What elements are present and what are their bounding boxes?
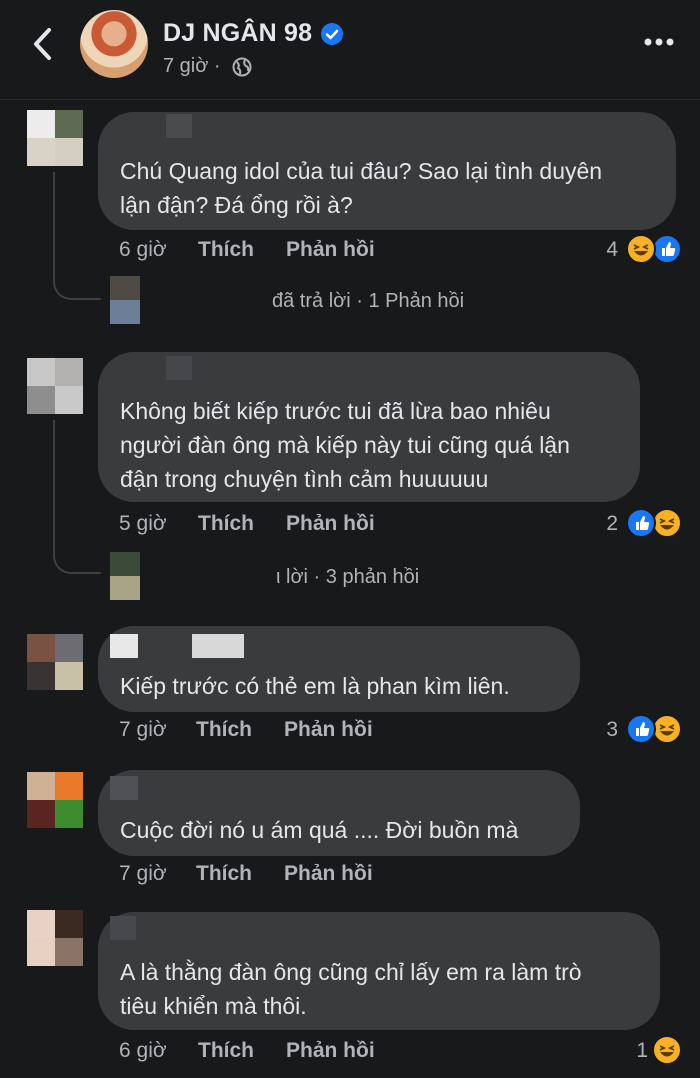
comment-text: Không biết kiếp trước tui đã lừa bao nhi… [120,398,570,492]
comment-text: Kiếp trước có thẻ em là phan kìm liên. [120,673,510,699]
page-name[interactable]: DJ NGÂN 98 [163,19,312,48]
reaction-count[interactable]: 3 [596,718,618,742]
haha-reaction-icon [652,508,682,538]
replier-avatar[interactable] [110,276,140,324]
like-reaction-icon [626,714,656,744]
haha-reaction-icon [626,234,656,264]
author-name-redacted [110,776,138,800]
reaction-count[interactable]: 4 [596,238,618,262]
like-button[interactable]: Thích [198,1039,254,1063]
like-reaction-icon [626,508,656,538]
verified-badge-icon [321,23,343,45]
comment-bubble[interactable]: Cuộc đời nó u ám quá .... Đời buồn mà [98,770,580,856]
like-button[interactable]: Thích [196,718,252,742]
page-avatar[interactable] [80,10,148,78]
comment-time[interactable]: 5 giờ [119,512,167,536]
comment-text: Cuộc đời nó u ám quá .... Đời buồn mà [120,817,519,843]
thread-line [53,172,101,300]
reaction-count[interactable]: 1 [628,1039,648,1063]
commenter-avatar[interactable] [27,772,83,828]
author-name-redacted [110,916,136,940]
comment-time[interactable]: 7 giờ [119,718,167,742]
post-time[interactable]: 7 giờ · [163,55,221,78]
reply-button[interactable]: Phản hồi [286,238,375,262]
commenter-avatar[interactable] [27,110,83,166]
like-reaction-icon [652,234,682,264]
globe-icon [232,57,252,77]
comment-bubble[interactable]: Chú Quang idol của tui đâu? Sao lại tình… [98,112,676,230]
view-replies-link[interactable]: ι lời · 3 phản hồi [276,566,419,589]
reaction-count[interactable]: 2 [596,512,618,536]
commenter-avatar[interactable] [27,634,83,690]
comment-time[interactable]: 6 giờ [119,238,167,262]
commenter-avatar[interactable] [27,910,83,966]
author-name-redacted [110,634,138,658]
comment-bubble[interactable]: Kiếp trước có thẻ em là phan kìm liên. [98,626,580,712]
like-button[interactable]: Thích [198,238,254,262]
commenter-avatar[interactable] [27,358,83,414]
view-replies-link[interactable]: đã trả lời · 1 Phản hồi [272,290,464,313]
haha-reaction-icon [652,1035,682,1065]
reply-button[interactable]: Phản hồi [286,1039,375,1063]
back-button[interactable] [22,22,62,66]
reply-button[interactable]: Phản hồi [284,718,373,742]
reply-button[interactable]: Phản hồi [286,512,375,536]
post-header: DJ NGÂN 98 7 giờ · [0,0,700,100]
comment-time[interactable]: 7 giờ [119,862,167,886]
comment-bubble[interactable]: Không biết kiếp trước tui đã lừa bao nhi… [98,352,640,502]
like-button[interactable]: Thích [196,862,252,886]
thread-line [53,420,101,574]
comment-text: A là thằng đàn ông cũng chỉ lấy em ra là… [120,959,582,1019]
chevron-left-icon [34,28,51,60]
comment-text: Chú Quang idol của tui đâu? Sao lại tình… [120,158,603,218]
author-name-redacted [166,114,192,138]
author-name-redacted [166,356,192,380]
comment-time[interactable]: 6 giờ [119,1039,167,1063]
author-name-redacted [192,634,244,658]
replier-avatar[interactable] [110,552,140,600]
reply-button[interactable]: Phản hồi [284,862,373,886]
like-button[interactable]: Thích [198,512,254,536]
comment-bubble[interactable]: A là thằng đàn ông cũng chỉ lấy em ra là… [98,912,660,1030]
more-horizontal-icon[interactable] [640,30,680,54]
haha-reaction-icon [652,714,682,744]
